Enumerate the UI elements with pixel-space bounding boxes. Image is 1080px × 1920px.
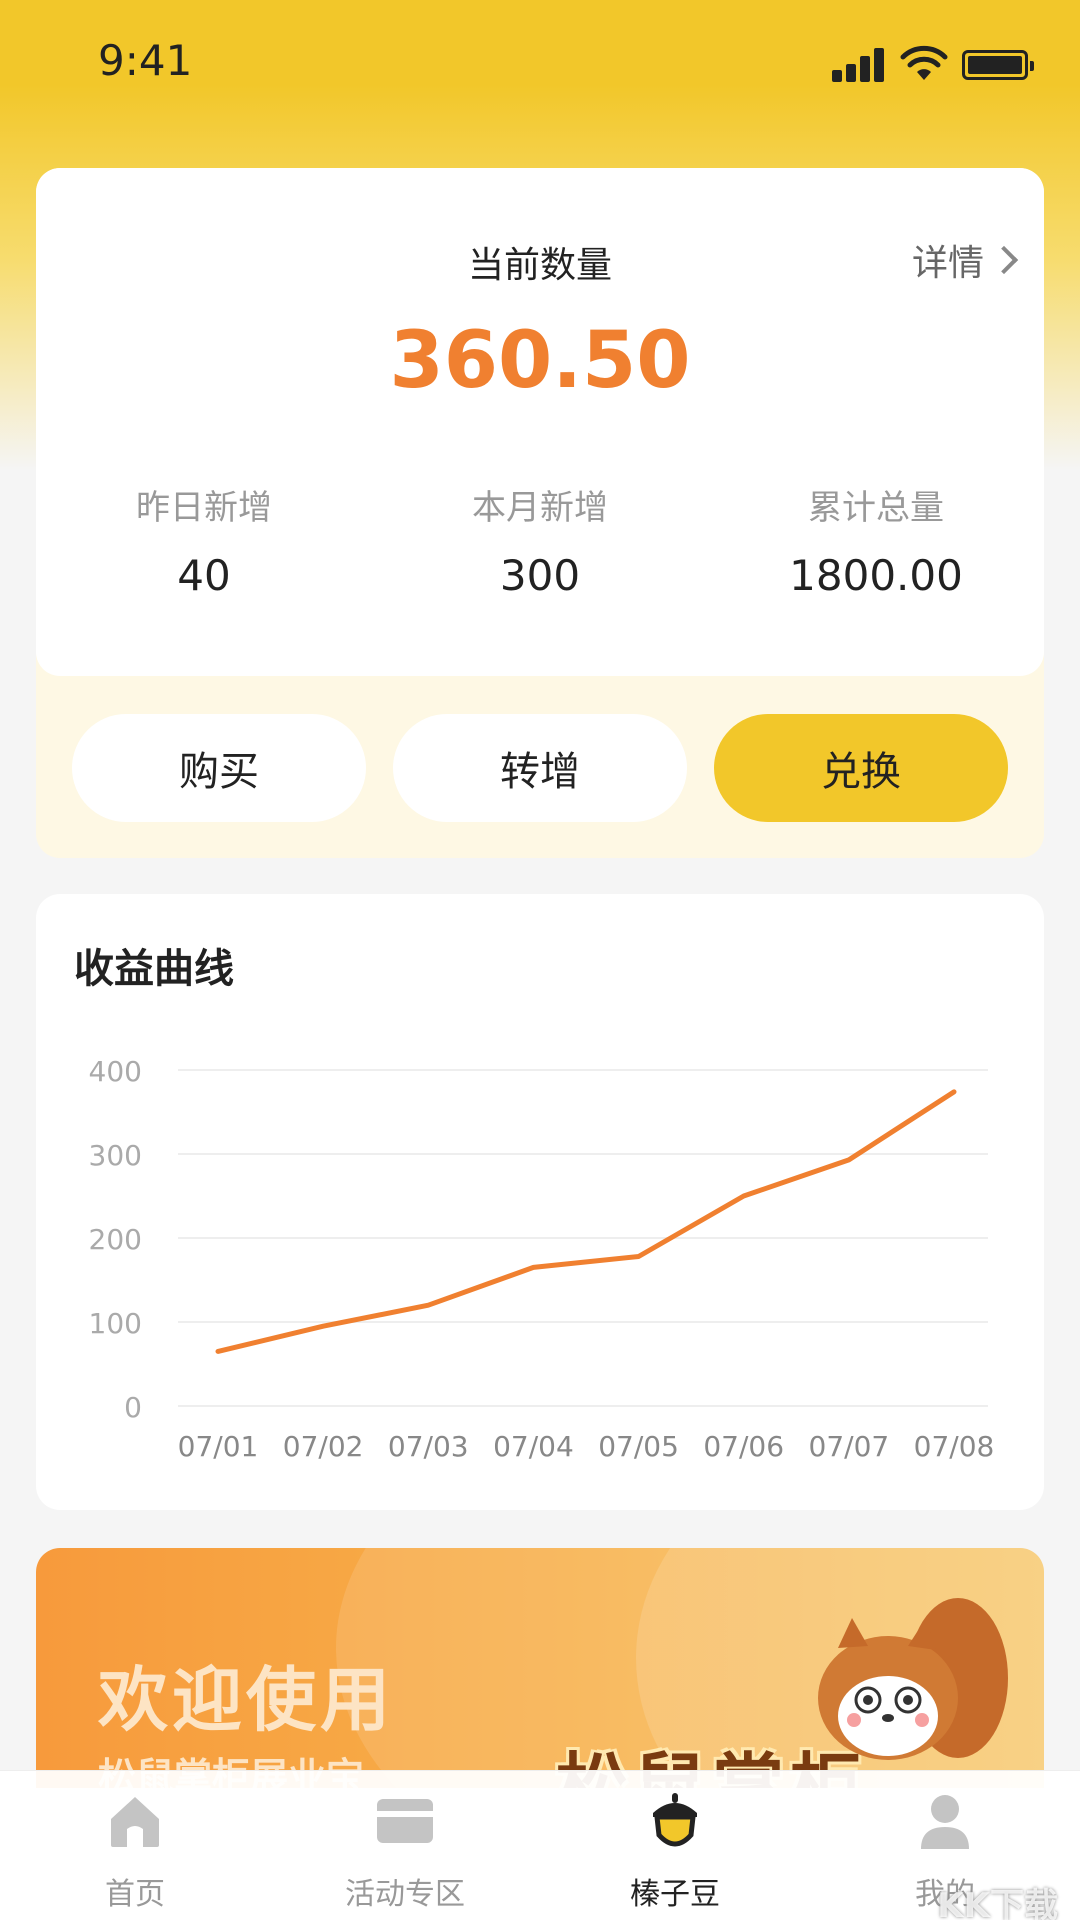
buy-button[interactable]: 购买 [72,714,366,822]
data-point [743,1195,745,1197]
tab-hazelnut-beans[interactable]: 榛子豆 [540,1771,810,1920]
watermark: KK下载 [937,1886,1058,1920]
x-tick-label: 07/02 [283,1430,364,1463]
y-tick-label: 300 [89,1139,142,1172]
transfer-button[interactable]: 转增 [393,714,687,822]
status-time: 9:41 [98,36,193,85]
y-tick-label: 400 [89,1055,142,1088]
stat-value: 300 [499,551,581,600]
y-tick-label: 0 [124,1391,142,1424]
balance-title: 当前数量 [467,245,612,286]
promo-banner[interactable]: 欢迎使用 松鼠掌柜展业宝 松鼠掌柜 [36,1548,1044,1788]
wifi-icon [900,45,948,80]
x-tick-label: 07/01 [178,1430,259,1463]
stat-month: 本月新增 300 [372,480,708,600]
exchange-button[interactable]: 兑换 [714,714,1008,822]
series-line [215,1089,957,1354]
data-point [638,1255,640,1257]
banner-title: 欢迎使用 [98,1659,394,1741]
status-bar: 9:41 [0,0,1080,130]
earnings-chart: 0 100 200 300 400 07/01 07/02 07/03 07/04 07/05 07… [89,1055,995,1463]
tab-label: 榛子豆 [630,1877,720,1912]
balance-amount: 360.50 [389,316,691,406]
stat-label: 本月新增 [472,488,608,528]
signal-icon [832,46,888,82]
acorn-icon [653,1793,697,1847]
squirrel-mascot-icon [818,1598,1008,1760]
x-tick-label: 07/07 [809,1430,890,1463]
stat-label: 累计总量 [808,488,944,528]
chevron-right-icon [989,245,1019,275]
detail-label: 详情 [911,243,984,284]
data-point [322,1325,324,1327]
data-point [953,1091,955,1093]
battery-icon [962,50,1034,80]
x-tick-label: 07/03 [388,1430,469,1463]
x-tick-label: 07/05 [598,1430,679,1463]
detail-link[interactable]: 详情 [911,234,1019,286]
user-icon [921,1795,969,1849]
x-tick-label: 07/04 [493,1430,574,1463]
tab-activities[interactable]: 活动专区 [270,1771,540,1920]
y-tick-label: 100 [89,1307,142,1340]
tab-home[interactable]: 首页 [0,1771,270,1920]
stat-value: 40 [177,551,231,600]
x-tick-label: 07/08 [914,1430,995,1463]
tab-label: 活动专区 [345,1877,465,1912]
stat-label: 昨日新增 [136,488,272,528]
earnings-chart-card: 收益曲线 0 100 200 300 400 07/01 07/02 07/03 07/04 07… [36,894,1044,1510]
tab-bar: 首页 活动专区 榛子豆 我的 [0,1770,1080,1920]
balance-card: 当前数量 详情 360.50 昨日新增 40 本月新增 300 累计总量 180… [36,168,1044,676]
tab-label: 首页 [105,1877,165,1912]
data-point [532,1266,534,1268]
stat-value: 1800.00 [789,551,963,600]
data-point [427,1304,429,1306]
home-icon [111,1797,159,1847]
x-tick-label: 07/06 [703,1430,784,1463]
data-point [848,1159,850,1161]
card-icon [377,1799,433,1843]
stat-total: 累计总量 1800.00 [708,480,1044,600]
stat-yesterday: 昨日新增 40 [36,480,372,600]
data-point [217,1350,219,1352]
y-tick-label: 200 [89,1223,142,1256]
